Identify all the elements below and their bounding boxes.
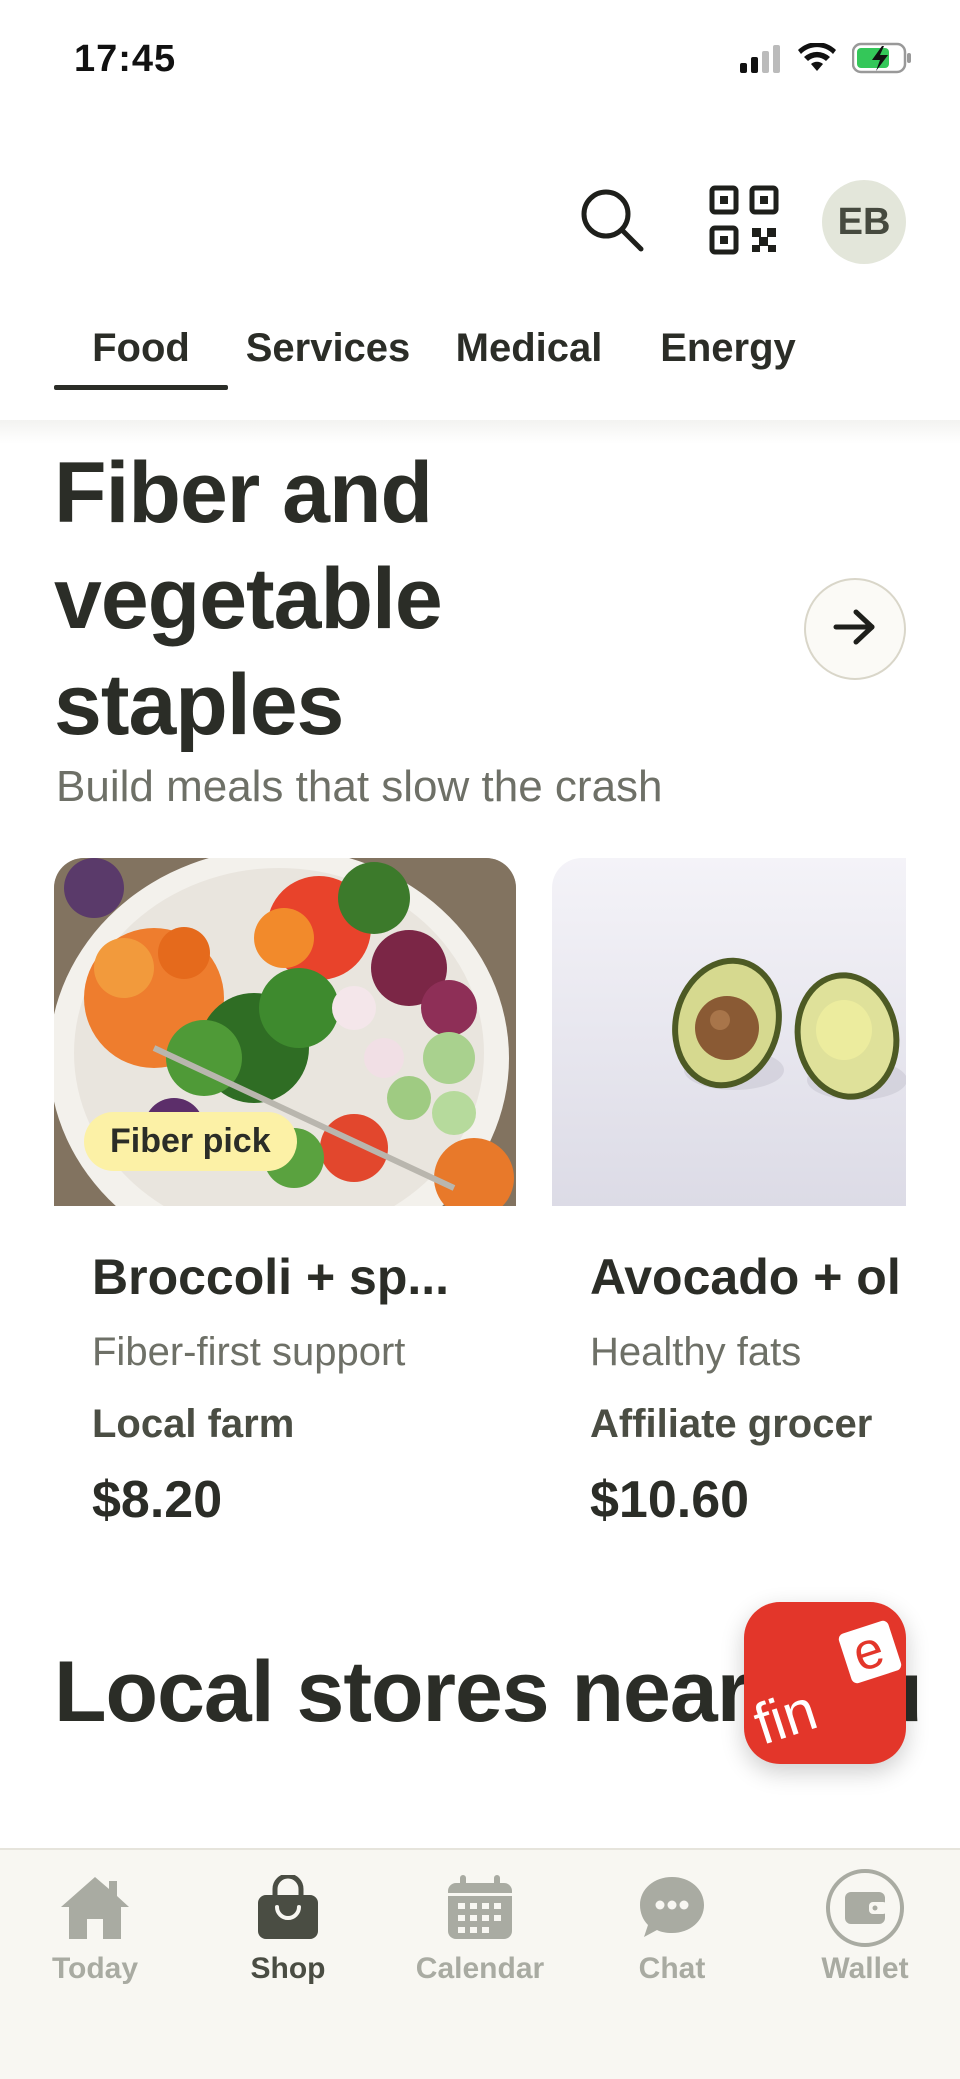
product-card[interactable]: Fiber pick Broccoli + sp... Fiber-first … — [54, 858, 516, 1538]
nav-label: Shop — [250, 1952, 326, 1985]
nav-label: Chat — [638, 1952, 706, 1985]
product-image-avocado — [552, 858, 906, 1206]
product-vendor: Local farm — [92, 1402, 295, 1446]
wifi-icon — [798, 42, 836, 78]
nav-wallet[interactable]: Wallet — [785, 1868, 945, 2008]
cellular-signal-icon — [740, 43, 782, 78]
product-subtitle: Fiber-first support — [92, 1330, 406, 1374]
status-time: 17:45 — [74, 38, 177, 80]
tab-energy[interactable]: Energy — [630, 310, 826, 390]
tab-label: Medical — [455, 326, 603, 370]
tab-services[interactable]: Services — [228, 310, 428, 390]
product-subtitle: Healthy fats — [590, 1330, 802, 1374]
product-carousel[interactable]: Fiber pick Broccoli + sp... Fiber-first … — [54, 858, 906, 1538]
section-subtitle: Build meals that slow the crash — [56, 762, 663, 811]
calendar-icon — [440, 1868, 520, 1948]
tab-medical[interactable]: Medical — [428, 310, 630, 390]
nav-label: Today — [51, 1952, 139, 1985]
status-icons — [740, 42, 912, 79]
shopping-bag-icon — [248, 1868, 328, 1948]
nav-label: Wallet — [821, 1952, 909, 1985]
fine-logo-icon: fin e — [744, 1619, 906, 1764]
avatar[interactable]: EB — [822, 180, 906, 264]
product-card[interactable]: Avocado + ol Healthy fats Affiliate groc… — [552, 858, 906, 1538]
search-button[interactable] — [570, 180, 654, 264]
search-icon — [577, 185, 647, 260]
product-image-salad: Fiber pick — [54, 858, 516, 1206]
product-title: Broccoli + sp... — [92, 1249, 450, 1305]
tab-label: Food — [92, 326, 190, 370]
nav-shop[interactable]: Shop — [208, 1868, 368, 2008]
product-vendor: Affiliate grocer — [590, 1402, 873, 1446]
svg-text:fin: fin — [746, 1677, 824, 1758]
qr-code-button[interactable] — [702, 180, 786, 264]
chat-icon — [632, 1868, 712, 1948]
tab-food[interactable]: Food — [54, 310, 228, 390]
nav-label: Calendar — [415, 1952, 545, 1985]
section-title: Fiber and vegetable staples — [54, 445, 443, 753]
tab-label: Services — [245, 326, 411, 370]
bottom-navigation: Today Shop Calendar Chat Wallet — [0, 1848, 960, 2079]
wallet-icon — [825, 1868, 905, 1948]
product-price: $8.20 — [92, 1471, 223, 1529]
avatar-initials: EB — [837, 200, 891, 243]
nav-chat[interactable]: Chat — [592, 1868, 752, 2008]
category-tabs: Food Services Medical Energy — [54, 310, 826, 390]
nav-today[interactable]: Today — [15, 1868, 175, 2008]
nav-calendar[interactable]: Calendar — [400, 1868, 560, 2008]
arrow-right-icon — [832, 607, 878, 652]
fiber-pick-badge: Fiber pick — [84, 1112, 297, 1171]
tab-label: Energy — [660, 326, 796, 370]
see-all-button[interactable] — [804, 578, 906, 680]
product-title: Avocado + ol — [590, 1249, 901, 1305]
qr-code-icon — [709, 185, 779, 260]
product-price: $10.60 — [590, 1471, 750, 1529]
fine-assistant-button[interactable]: fin e — [744, 1602, 906, 1764]
home-icon — [55, 1868, 135, 1948]
battery-charging-icon — [851, 42, 912, 79]
status-bar: 17:45 — [0, 0, 960, 120]
